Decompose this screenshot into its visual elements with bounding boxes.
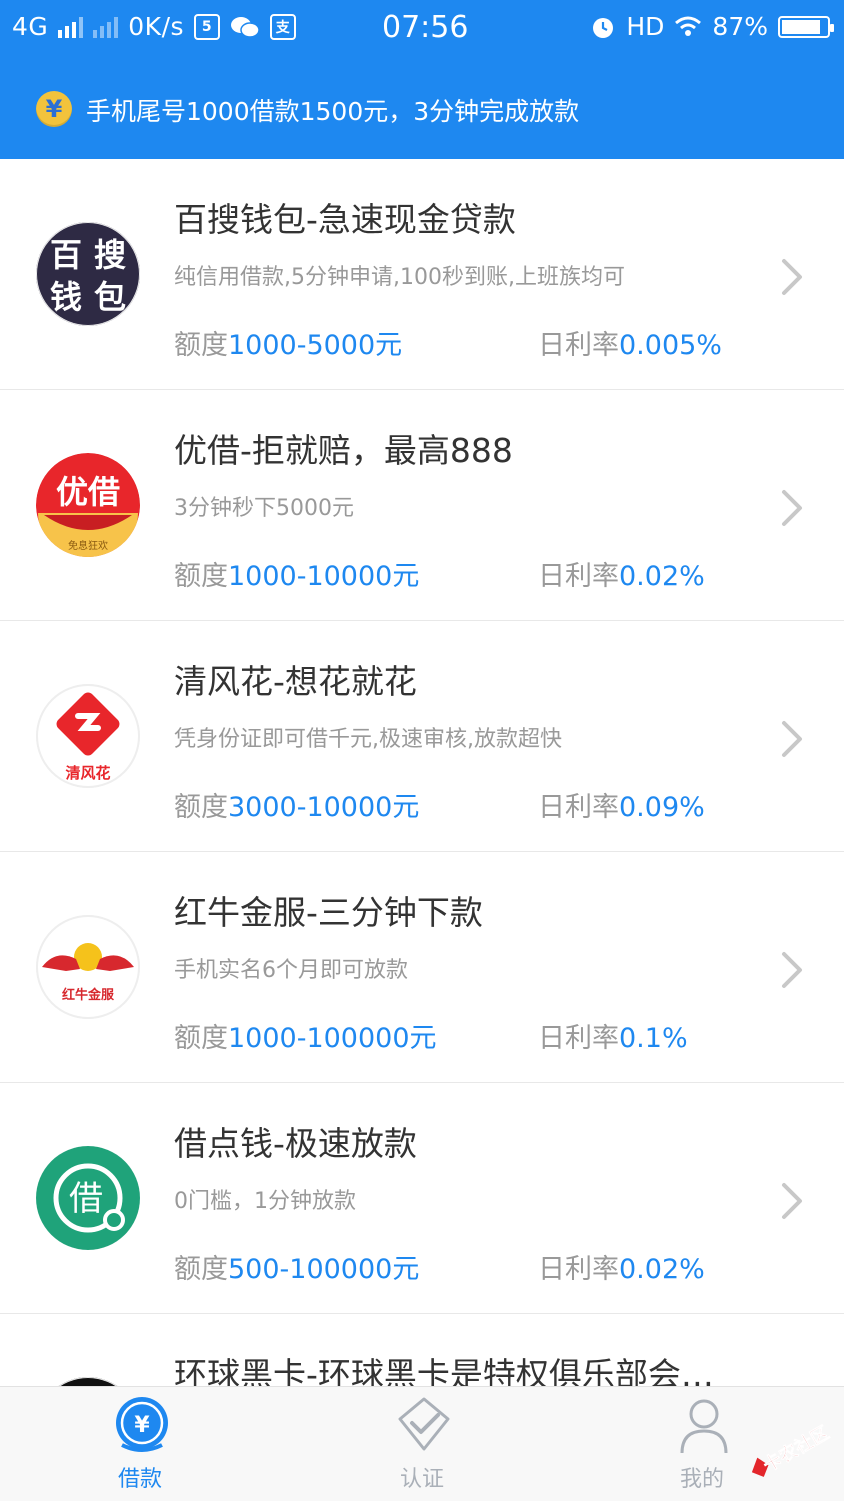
- chevron-right-icon: [782, 259, 802, 295]
- loan-item[interactable]: 借 借点钱-极速放款 0门槛，1分钟放款 额度500-100000元 日利率0.…: [0, 1083, 844, 1314]
- chevron-right-icon: [782, 490, 802, 526]
- youjie-logo-icon: 优借 免息狂欢: [36, 453, 140, 557]
- item-desc: 手机实名6个月即可放款: [174, 958, 408, 983]
- chevron-right-icon: [782, 952, 802, 988]
- yuan-coin-icon: ¥: [36, 91, 72, 127]
- svg-text:卡农社区: 卡农社区: [760, 1421, 833, 1476]
- item-desc: 3分钟秒下5000元: [174, 496, 354, 521]
- signal-strength-2-icon: [93, 16, 119, 38]
- alipay-icon: 支: [270, 13, 297, 40]
- item-desc: 凭身份证即可借千元,极速审核,放款超快: [174, 727, 562, 752]
- item-quota: 额度500-100000元: [174, 1254, 420, 1285]
- chevron-right-icon: [782, 721, 802, 757]
- item-quota: 额度3000-10000元: [174, 792, 420, 823]
- svg-text:红牛金服: 红牛金服: [62, 987, 115, 1003]
- svg-text:百: 百: [50, 236, 82, 274]
- item-rate: 日利率0.005%: [538, 330, 722, 361]
- loan-item[interactable]: 优借 免息狂欢 优借-拒就赔，最高888 3分钟秒下5000元 额度1000-1…: [0, 390, 844, 621]
- bottom-tab-bar: ¥ 借款 认证 我的: [0, 1386, 844, 1501]
- network-type: 4G: [12, 12, 49, 41]
- notice-bar: ¥ 手机尾号1000借款1500元，3分钟完成放款: [0, 58, 844, 159]
- battery-icon: [778, 15, 834, 38]
- tab-label: 认证: [399, 1467, 444, 1492]
- user-icon: [680, 1399, 728, 1454]
- redbull-finance-logo-icon: 红牛金服: [36, 915, 140, 1019]
- yuan-badge-icon: ¥: [116, 1397, 168, 1452]
- loan-item[interactable]: 百 搜 钱 包 百搜钱包-急速现金贷款 纯信用借款,5分钟申请,100秒到账,上…: [0, 159, 844, 390]
- item-title: 红牛金服-三分钟下款: [174, 893, 483, 932]
- item-title: 清风花-想花就花: [174, 662, 417, 701]
- svg-text:包: 包: [94, 278, 126, 316]
- alarm-icon: [593, 17, 614, 38]
- item-rate: 日利率0.02%: [538, 1254, 705, 1285]
- loan-item[interactable]: 清风花 清风花-想花就花 凭身份证即可借千元,极速审核,放款超快 额度3000-…: [0, 621, 844, 852]
- loan-item[interactable]: 环球黑卡-环球黑卡是特权俱乐部会…: [0, 1314, 844, 1481]
- status-right: HD 87%: [590, 12, 834, 41]
- loan-item[interactable]: 红牛金服 红牛金服-三分钟下款 手机实名6个月即可放款 额度1000-10000…: [0, 852, 844, 1083]
- item-desc: 0门槛，1分钟放款: [174, 1189, 356, 1214]
- battery-percent: 87%: [712, 12, 768, 41]
- loan-list: 百 搜 钱 包 百搜钱包-急速现金贷款 纯信用借款,5分钟申请,100秒到账,上…: [0, 159, 844, 1481]
- svg-text:清风花: 清风花: [65, 764, 110, 782]
- shield-check-icon: [398, 1397, 450, 1451]
- hd-indicator: HD: [626, 12, 665, 41]
- tab-verify[interactable]: 认证: [342, 1391, 502, 1501]
- svg-text:借: 借: [69, 1179, 103, 1219]
- item-title: 优借-拒就赔，最高888: [174, 431, 513, 470]
- wechat-icon: [231, 16, 260, 38]
- status-time: 07:56: [382, 10, 469, 45]
- jiedianqian-logo-icon: 借: [36, 1146, 140, 1250]
- status-left: 4G 0K/s 5 支: [12, 12, 297, 41]
- item-title: 借点钱-极速放款: [174, 1124, 417, 1163]
- network-speed: 0K/s: [128, 12, 185, 41]
- chevron-right-icon: [782, 1183, 802, 1219]
- signal-strength-icon: [58, 16, 84, 38]
- item-quota: 额度1000-5000元: [174, 330, 403, 361]
- item-title: 百搜钱包-急速现金贷款: [174, 200, 516, 239]
- baisou-wallet-logo-icon: 百 搜 钱 包: [36, 222, 140, 326]
- item-rate: 日利率0.1%: [538, 1023, 688, 1054]
- item-desc: 纯信用借款,5分钟申请,100秒到账,上班族均可: [174, 265, 625, 290]
- sim-icon: 5: [194, 13, 221, 40]
- item-quota: 额度1000-100000元: [174, 1023, 437, 1054]
- status-bar: 4G 0K/s 5 支 07:56 HD 87%: [0, 0, 844, 58]
- wifi-icon: [675, 16, 702, 36]
- tab-loan[interactable]: ¥ 借款: [60, 1391, 220, 1501]
- qingfenghua-logo-icon: 清风花: [36, 684, 140, 788]
- svg-text:¥: ¥: [134, 1413, 150, 1438]
- kanong-watermark-logo: 卡农社区: [751, 1421, 833, 1477]
- svg-text:优借: 优借: [56, 473, 120, 511]
- notice-text: 手机尾号1000借款1500元，3分钟完成放款: [86, 97, 580, 126]
- svg-text:钱: 钱: [50, 278, 82, 316]
- svg-text:搜: 搜: [94, 236, 126, 274]
- tab-label: 借款: [117, 1467, 162, 1492]
- item-quota: 额度1000-10000元: [174, 561, 420, 592]
- svg-text:免息狂欢: 免息狂欢: [68, 539, 108, 552]
- item-rate: 日利率0.02%: [538, 561, 705, 592]
- item-rate: 日利率0.09%: [538, 792, 705, 823]
